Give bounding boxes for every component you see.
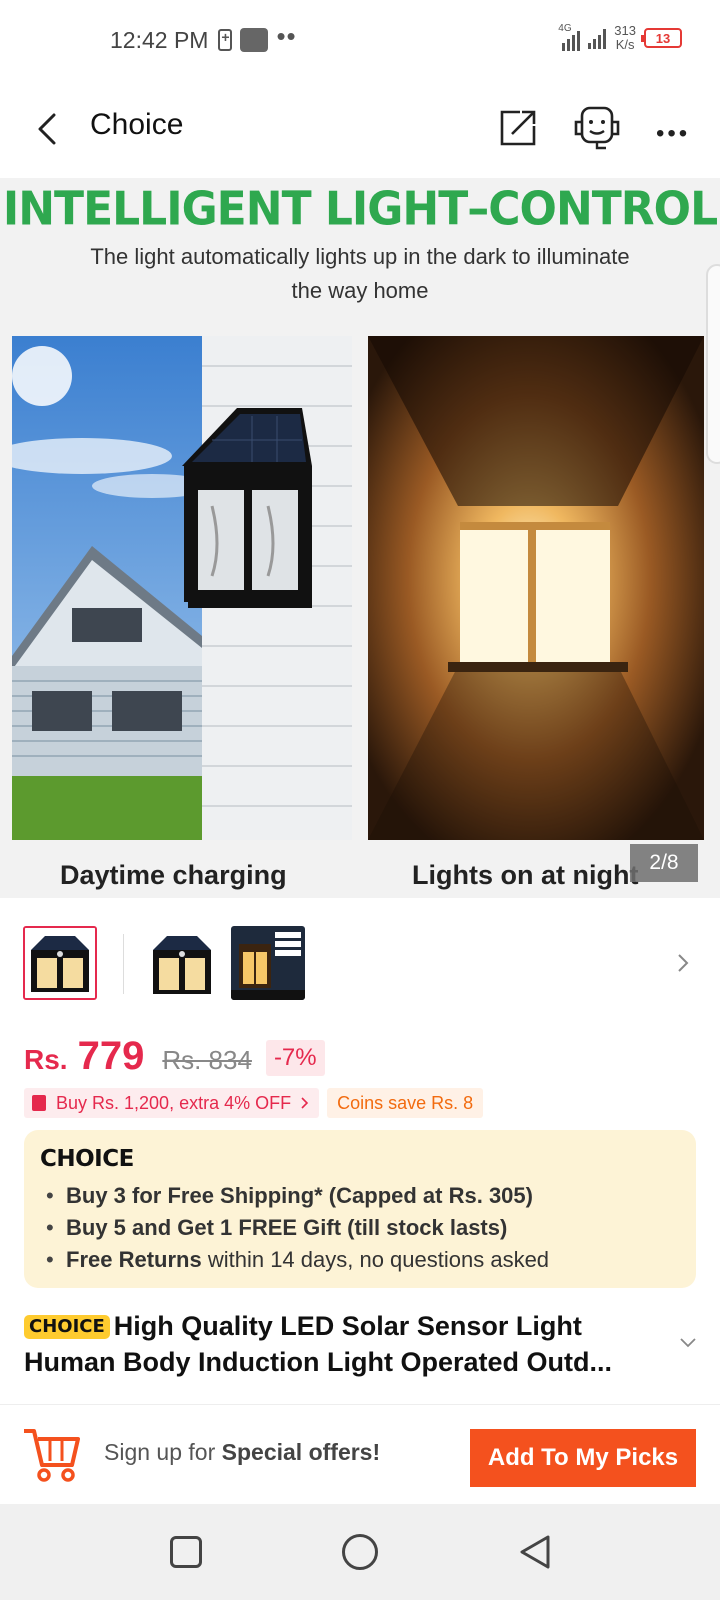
nav-back-icon[interactable] (518, 1534, 552, 1570)
status-bar: 12:42 PM •• 4G 313 K/s 13 (0, 0, 720, 80)
caption-night: Lights on at night (412, 860, 639, 890)
image-counter: 2/8 (630, 844, 698, 882)
price-original: Rs. 834 (162, 1045, 252, 1075)
daytime-photo (12, 336, 352, 840)
top-app-bar: Choice ••• (0, 80, 720, 176)
signal-icon (588, 27, 607, 49)
benefit-item: • Buy 5 and Get 1 FREE Gift (till stock l… (46, 1215, 508, 1240)
battery-charging-icon (218, 29, 233, 51)
promo-row: Buy Rs. 1,200, extra 4% OFF Coins save R… (24, 1088, 484, 1118)
coins-promo: Coins save Rs. 8 (327, 1088, 484, 1118)
choice-badge: CHOICE (24, 1315, 110, 1339)
cart-icon[interactable] (22, 1427, 80, 1483)
product-image-gallery[interactable]: INTELLIGENT LIGHT–CONTROL The light auto… (0, 178, 720, 898)
page-title: Choice (90, 108, 184, 141)
bottom-action-bar: Sign up for Special offers! Add To My Pi… (0, 1404, 720, 1504)
choice-benefits-box[interactable]: CHOICE • Buy 3 for Free Shipping* (Capped… (24, 1130, 696, 1288)
battery-low-icon: 13 (641, 28, 682, 48)
app-notification-icon (240, 28, 269, 52)
caption-daytime: Daytime charging (60, 860, 287, 890)
home-icon[interactable] (342, 1534, 378, 1570)
recents-icon[interactable] (170, 1536, 202, 1568)
choice-logo: CHOICE (40, 1146, 134, 1172)
signup-prompt[interactable]: Sign up for Special offers! (104, 1439, 380, 1466)
thumbnail-2[interactable] (145, 926, 219, 1000)
choice-benefits-list: • Buy 3 for Free Shipping* (Capped at Rs.… (46, 1180, 549, 1276)
thumbnail-divider (123, 934, 124, 994)
gallery-subtitle: The light automatically lights up in the… (90, 244, 630, 303)
more-notifications-icon: •• (276, 21, 297, 51)
product-title[interactable]: CHOICE High Quality LED Solar Sensor Ligh… (24, 1308, 664, 1380)
signal-4g-icon: 4G (558, 23, 581, 51)
chevron-right-icon[interactable] (676, 952, 690, 974)
benefit-item: • Free Returns within 14 days, no questio… (46, 1247, 550, 1272)
network-speed: 313 K/s (614, 23, 636, 52)
benefit-item: • Buy 3 for Free Shipping* (Capped at Rs.… (46, 1183, 533, 1208)
coupon-icon (32, 1095, 46, 1111)
gallery-headline: INTELLIGENT LIGHT–CONTROL (2, 182, 718, 237)
customer-service-icon[interactable] (570, 104, 624, 152)
thumbnail-3[interactable] (231, 926, 305, 1000)
discount-badge: -7% (265, 1040, 325, 1076)
back-arrow-icon[interactable] (36, 112, 58, 146)
share-icon[interactable] (498, 108, 538, 148)
thumbnail-1[interactable] (23, 926, 97, 1000)
bundle-promo-label: Buy Rs. 1,200, extra 4% OFF (56, 1092, 292, 1113)
nighttime-photo (368, 336, 704, 840)
add-to-picks-button[interactable]: Add To My Picks (470, 1429, 696, 1487)
price-currency: Rs. (24, 1044, 68, 1075)
price-row: Rs. 779 Rs. 834 -7% (24, 1034, 325, 1080)
chevron-down-icon[interactable] (680, 1338, 696, 1348)
price-current: 779 (77, 1034, 145, 1078)
more-icon[interactable]: ••• (656, 122, 690, 146)
system-navigation-bar (0, 1504, 720, 1600)
thumbnail-strip (0, 920, 720, 1004)
side-drawer-handle[interactable] (706, 264, 720, 464)
bundle-promo[interactable]: Buy Rs. 1,200, extra 4% OFF (24, 1088, 320, 1118)
chevron-right-icon (301, 1097, 309, 1109)
status-time: 12:42 PM (110, 26, 209, 53)
